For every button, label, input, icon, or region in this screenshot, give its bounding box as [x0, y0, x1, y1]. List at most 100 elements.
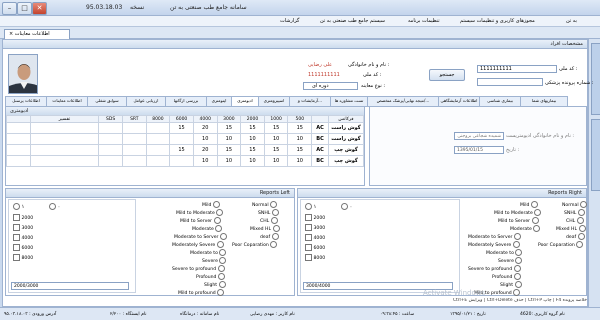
tab-close-icon[interactable]: × [9, 31, 13, 37]
cell[interactable]: 15 [169, 144, 194, 156]
cell[interactable]: 15 [287, 144, 313, 156]
examiner-select[interactable]: شمیده شجاعی بروجنی [454, 132, 504, 140]
cell[interactable]: 15 [263, 144, 289, 156]
file-number-input[interactable] [477, 78, 543, 86]
cell[interactable]: 15 [240, 122, 265, 134]
menu-item-reports[interactable]: گزارشات [280, 18, 299, 24]
radio-moderate-right[interactable]: Moderate [510, 225, 541, 232]
radio-moderately-severe-right[interactable]: Moderately Severe [468, 241, 520, 248]
cell[interactable]: 10 [287, 133, 313, 145]
check-freq-2000[interactable]: 2000 [13, 214, 33, 221]
side-tab-referral-info[interactable] [591, 119, 600, 191]
radio-slight[interactable]: Slight [204, 281, 226, 288]
radio-mild-to-profound[interactable]: Mild to profound [178, 289, 225, 296]
radio-mild[interactable]: Mild [202, 201, 220, 208]
radio-mild-to-moderate[interactable]: Mild to Moderate [176, 209, 224, 216]
check-freq-8000-right[interactable]: 8000 [305, 254, 325, 261]
cell[interactable]: 15 [263, 122, 289, 134]
cell[interactable]: 10 [192, 155, 218, 167]
radio-mild-to-moderate-right[interactable]: Mild to Moderate [494, 209, 542, 216]
minimize-button[interactable]: – [2, 2, 17, 15]
radio-moderate-to[interactable]: Moderate to [190, 249, 227, 256]
menu-item-permissions[interactable]: مجوزهای کاربری و تنظیمات سیستم [460, 18, 535, 24]
radio-snhl-right[interactable]: SNHL [564, 209, 585, 216]
radio-freq-a-right[interactable]: ۱ [305, 203, 316, 210]
cell[interactable]: 10 [287, 155, 313, 167]
radio-slight-right[interactable]: Slight [500, 281, 522, 288]
table-row[interactable]: 15 20 15 15 15 15 AC گوش چپ [6, 144, 365, 156]
radio-mild-to-server-right[interactable]: Mild to Server [498, 217, 539, 224]
radio-deaf-right[interactable]: deaf [566, 233, 585, 240]
cell[interactable]: 10 [263, 133, 289, 145]
search-button[interactable]: جستجو [429, 69, 465, 81]
radio-deaf[interactable]: deaf [260, 233, 279, 240]
cell[interactable]: 15 [240, 144, 265, 156]
radio-freq-b-right[interactable]: ۰ [341, 203, 352, 210]
side-tab-facilities[interactable] [591, 43, 600, 115]
check-freq-3000-right[interactable]: 3000 [305, 224, 325, 231]
cell[interactable]: 10 [240, 155, 265, 167]
radio-moderate-to-server-right[interactable]: Moderate to Server [468, 233, 521, 240]
close-button[interactable]: ✕ [32, 2, 47, 15]
cell[interactable]: 15 [216, 144, 242, 156]
menu-item-behtan[interactable]: به تن [566, 18, 577, 24]
cell[interactable]: 10 [216, 155, 242, 167]
radio-poor-coparation-right[interactable]: Poor Coparation [538, 241, 584, 248]
radio-moderate-to-right[interactable]: Moderate to [486, 249, 523, 256]
check-freq-6000[interactable]: 6000 [13, 244, 33, 251]
cell[interactable]: 10 [216, 133, 242, 145]
radio-poor-coparation[interactable]: Poor Coparation [232, 241, 278, 248]
radio-severe[interactable]: Severe [202, 257, 227, 264]
menu-item-settings[interactable]: تنظیمات برنامه [408, 18, 440, 24]
table-row[interactable]: 10 10 10 10 10 BC گوش راست [6, 133, 365, 145]
radio-severe-to-profound-right[interactable]: Severe to profound [468, 265, 521, 272]
table-row[interactable]: 10 10 10 10 10 BC گوش چپ [6, 155, 365, 167]
reports-left-range[interactable]: 2000/3000 [11, 282, 129, 290]
check-freq-8000[interactable]: 8000 [13, 254, 33, 261]
radio-moderate[interactable]: Moderate [192, 225, 223, 232]
radio-moderate-to-server[interactable]: Moderate to Server [174, 233, 227, 240]
cell[interactable] [145, 122, 171, 134]
check-freq-2000-right[interactable]: 2000 [305, 214, 325, 221]
check-freq-4000[interactable]: 4000 [13, 234, 33, 241]
cell[interactable]: 10 [240, 133, 265, 145]
radio-mixed-hl-right[interactable]: Mixed HL [556, 225, 586, 232]
cell[interactable]: 15 [169, 122, 194, 134]
radio-chl[interactable]: CHL [260, 217, 278, 224]
table-row[interactable]: 15 20 15 15 15 15 AC گوش راست [6, 122, 365, 134]
radio-chl-right[interactable]: CHL [566, 217, 584, 224]
radio-moderately-severe[interactable]: Moderately Severe [172, 241, 224, 248]
cell[interactable]: 10 [263, 155, 289, 167]
check-freq-3000[interactable]: 3000 [13, 224, 33, 231]
subtab-audiometry[interactable]: ادیومتری [231, 96, 259, 106]
radio-snhl[interactable]: SNHL [258, 209, 279, 216]
exam-type-select[interactable]: دوره ای [303, 82, 358, 90]
date-input[interactable]: 1395/01/15 [454, 146, 504, 154]
radio-mild-right[interactable]: Mild [520, 201, 538, 208]
radio-freq-b[interactable]: ۰ [49, 203, 60, 210]
check-freq-4000-right[interactable]: 4000 [305, 234, 325, 241]
cell[interactable]: 20 [192, 144, 218, 156]
exam-type-label: نوع معاینه : [361, 83, 386, 89]
cell[interactable]: 15 [216, 122, 242, 134]
cell[interactable] [121, 122, 147, 134]
radio-severe-to-profound[interactable]: Severe to profound [172, 265, 225, 272]
radio-normal[interactable]: Normal [252, 201, 278, 208]
radio-normal-right[interactable]: Normal [562, 201, 588, 208]
radio-profound[interactable]: Profound [196, 273, 225, 280]
cell[interactable] [98, 122, 123, 134]
radio-profound-right[interactable]: Profound [492, 273, 521, 280]
radio-freq-a[interactable]: ۱ [13, 203, 24, 210]
maximize-button[interactable]: □ [17, 2, 32, 15]
col-8000: 8000 [145, 115, 171, 123]
radio-mild-to-server[interactable]: Mild to Server [180, 217, 221, 224]
cell[interactable]: 20 [192, 122, 218, 134]
cell[interactable] [29, 122, 100, 134]
menu-item-system[interactable]: سیستم جامع طب صنعتی به تن [320, 18, 385, 24]
code-input[interactable]: 1111111111 [477, 65, 557, 73]
cell[interactable]: 15 [287, 122, 313, 134]
radio-mixed-hl[interactable]: Mixed HL [250, 225, 280, 232]
cell[interactable]: 10 [192, 133, 218, 145]
check-freq-6000-right[interactable]: 6000 [305, 244, 325, 251]
radio-severe-right[interactable]: Severe [498, 257, 523, 264]
